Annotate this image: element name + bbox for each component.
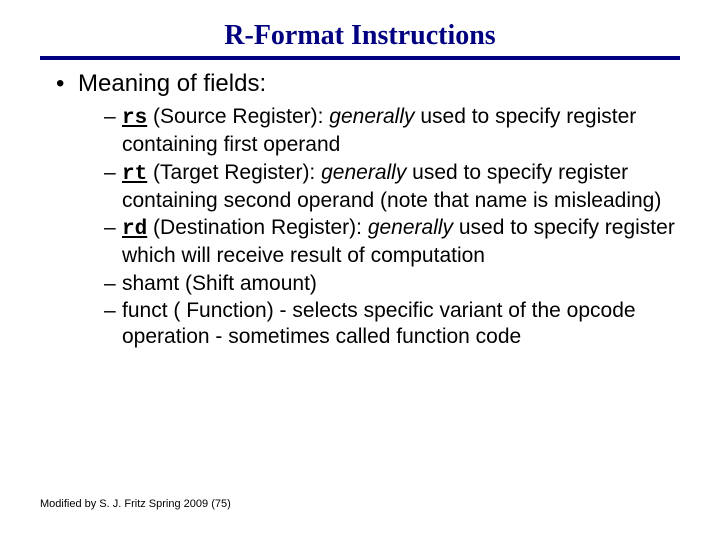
text: shamt (Shift amount) [122,272,317,295]
field-list: rs (Source Register): generally used to … [104,104,680,350]
footer-text: Modified by S. J. Fritz Spring 2009 (75) [40,498,231,510]
list-item: rd (Destination Register): generally use… [104,215,680,270]
code-rs: rs [122,107,147,130]
text: (Destination Register): [147,216,368,239]
text: funct ( Function) - selects specific var… [122,299,636,348]
text-italic: generally [368,216,453,239]
text-italic: generally [329,105,414,128]
text: (Target Register): [147,161,321,184]
slide-title: R-Format Instructions [40,20,680,52]
text: (Source Register): [147,105,329,128]
list-item: funct ( Function) - selects specific var… [104,298,680,351]
list-item: shamt (Shift amount) [104,271,680,297]
list-item: rt (Target Register): generally used to … [104,160,680,215]
code-rt: rt [122,163,147,186]
text-italic: generally [321,161,406,184]
list-item: rs (Source Register): generally used to … [104,104,680,159]
code-rd: rd [122,218,147,241]
title-rule [40,56,680,60]
main-bullet: Meaning of fields: [56,70,680,98]
